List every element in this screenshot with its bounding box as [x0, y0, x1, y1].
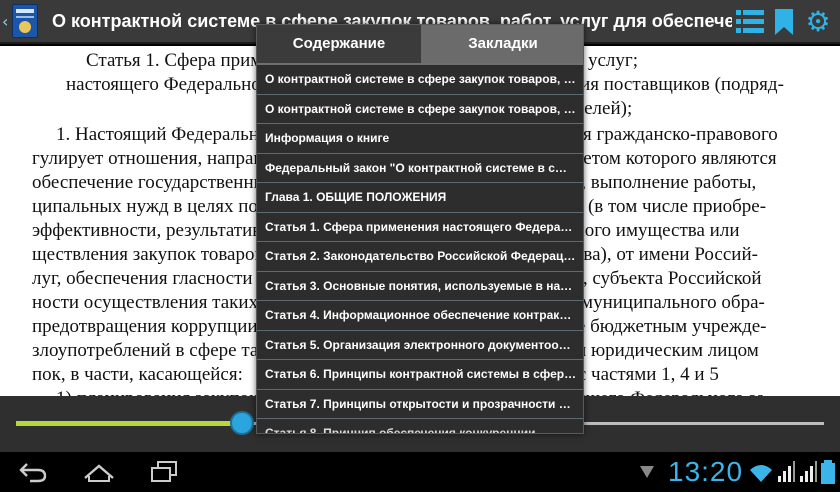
toc-item[interactable]: Глава 1. ОБЩИЕ ПОЛОЖЕНИЯ [257, 183, 583, 213]
toc-item[interactable]: Информация о книге [257, 124, 583, 154]
slider-progress-fill [16, 421, 243, 426]
signal-icon [778, 461, 795, 482]
battery-icon [821, 460, 835, 484]
gear-icon[interactable]: ⚙ [802, 6, 834, 38]
toc-tab-row: Содержание Закладки [257, 25, 583, 65]
system-nav-bar: 13:20 [0, 452, 840, 492]
toc-item[interactable]: О контрактной системе в сфере закупок то… [257, 95, 583, 124]
tab-bookmarks[interactable]: Закладки [421, 25, 583, 65]
toc-item[interactable]: Статья 1. Сфера применения настоящего Фе… [257, 213, 583, 242]
toc-list[interactable]: О контрактной системе в сфере закупок то… [257, 65, 583, 433]
toc-item[interactable]: Статья 6. Принципы контрактной системы в… [257, 360, 583, 390]
toc-item[interactable]: Федеральный закон "О контрактной системе… [257, 154, 583, 183]
toc-item[interactable]: Статья 2. Законодательство Российской Фе… [257, 242, 583, 272]
toc-item[interactable]: Статья 5. Организация электронного докум… [257, 331, 583, 360]
reader-line: пок, в части, касающейся: [32, 364, 243, 385]
book-cover-icon[interactable] [12, 4, 38, 38]
bookmark-icon[interactable] [774, 8, 794, 36]
toc-item[interactable]: Статья 7. Принципы открытости и прозрачн… [257, 390, 583, 419]
toc-item[interactable]: Статья 3. Основные понятия, используемые… [257, 272, 583, 301]
chevron-left-icon[interactable]: ‹ [2, 12, 12, 32]
notification-icon [640, 466, 654, 478]
signal-icon [800, 461, 817, 482]
toc-popup: Содержание Закладки О контрактной систем… [256, 24, 584, 434]
tab-contents[interactable]: Содержание [257, 25, 421, 65]
table-of-contents-icon[interactable] [736, 9, 764, 35]
home-icon[interactable] [82, 460, 116, 484]
toc-item[interactable]: О контрактной системе в сфере закупок то… [257, 65, 583, 95]
clock: 13:20 [668, 456, 744, 487]
wifi-icon [750, 465, 772, 482]
reader-line: услуг; [588, 50, 638, 71]
recent-apps-icon[interactable] [150, 460, 178, 484]
toc-item[interactable]: Статья 8. Принцип обеспечения конкуренци… [257, 419, 583, 433]
back-icon[interactable] [18, 460, 48, 484]
toc-item[interactable]: Статья 4. Информационное обеспечение кон… [257, 301, 583, 331]
